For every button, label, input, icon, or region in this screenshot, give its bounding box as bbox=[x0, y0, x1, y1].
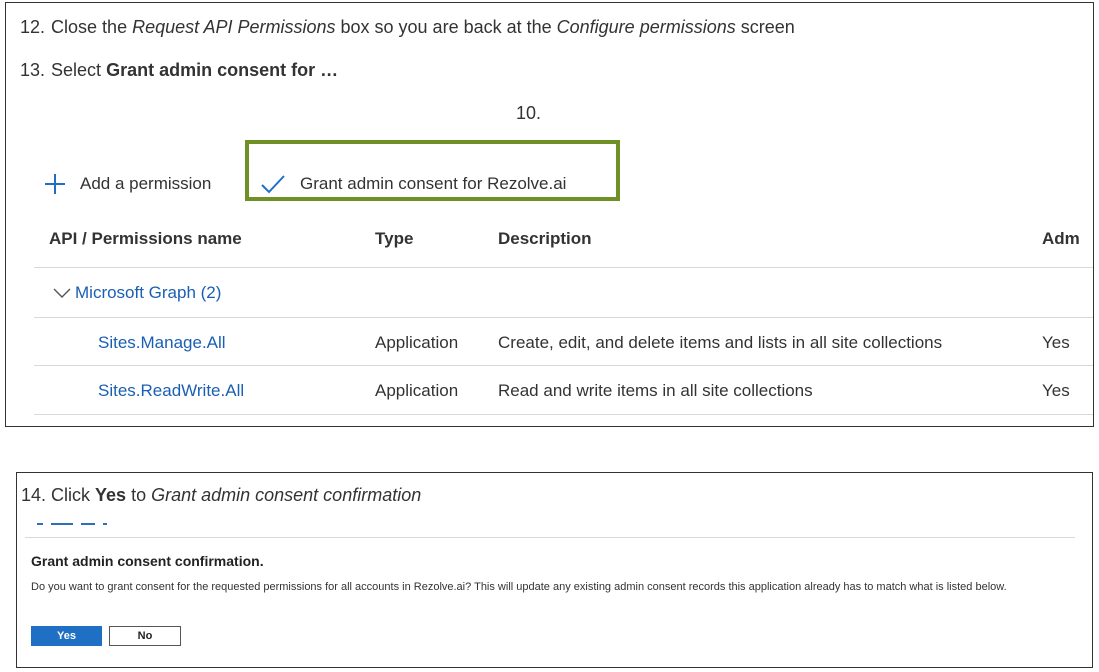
column-header-admin[interactable]: Adm bbox=[1042, 229, 1080, 249]
step-14-text: 14. Click Yes to Grant admin consent con… bbox=[21, 485, 422, 505]
plus-icon bbox=[45, 174, 65, 194]
column-header-name[interactable]: API / Permissions name bbox=[49, 229, 242, 249]
permission-description: Read and write items in all site collect… bbox=[498, 381, 813, 400]
step-12-text: 12. Close the Request API Permissions box… bbox=[20, 17, 795, 37]
instruction-box-steps-12-13: 12. Close the Request API Permissions box… bbox=[5, 2, 1094, 427]
permission-description: Create, edit, and delete items and lists… bbox=[498, 333, 943, 352]
instruction-box-step-14: 14. Click Yes to Grant admin consent con… bbox=[16, 472, 1093, 668]
dialog-body: Do you want to grant consent for the req… bbox=[31, 581, 1007, 593]
table-divider bbox=[34, 365, 1093, 366]
column-header-description[interactable]: Description bbox=[498, 229, 592, 249]
step-13-number: 13. bbox=[20, 60, 46, 80]
configure-permissions-text: Configure permissions bbox=[556, 17, 736, 37]
permission-type: Application bbox=[375, 381, 459, 400]
add-permission-button[interactable]: Add a permission bbox=[44, 173, 211, 195]
permission-type: Application bbox=[375, 333, 459, 352]
group-label: Microsoft Graph (2) bbox=[75, 283, 222, 302]
group-microsoft-graph[interactable]: Microsoft Graph (2) bbox=[52, 283, 221, 303]
yes-button[interactable]: Yes bbox=[31, 626, 102, 646]
confirmation-italic: Grant admin consent confirmation bbox=[151, 485, 422, 505]
table-divider bbox=[34, 317, 1093, 318]
chevron-down-icon bbox=[53, 288, 71, 298]
step-12-number: 12. bbox=[20, 17, 46, 37]
column-header-type[interactable]: Type bbox=[375, 229, 413, 249]
step-13-text: 13. Select Grant admin consent for … bbox=[20, 60, 339, 80]
yes-bold: Yes bbox=[95, 485, 127, 505]
grant-admin-consent-bold: Grant admin consent for … bbox=[106, 60, 339, 80]
highlight-box bbox=[245, 140, 620, 201]
step-10-label: 10. bbox=[516, 103, 542, 123]
dialog-title: Grant admin consent confirmation. bbox=[31, 553, 264, 569]
admin-consent-required: Yes bbox=[1042, 333, 1070, 352]
cropped-text-fragment bbox=[37, 523, 137, 529]
no-button[interactable]: No bbox=[109, 626, 181, 646]
permission-name-link[interactable]: Sites.Manage.All bbox=[98, 333, 226, 353]
table-divider bbox=[34, 414, 1093, 415]
add-permission-label: Add a permission bbox=[80, 174, 212, 193]
table-divider bbox=[34, 267, 1093, 268]
dialog-divider bbox=[25, 537, 1075, 538]
permission-name-link[interactable]: Sites.ReadWrite.All bbox=[98, 381, 244, 401]
request-api-permissions-text: Request API Permissions bbox=[132, 17, 336, 37]
admin-consent-required: Yes bbox=[1042, 381, 1070, 400]
